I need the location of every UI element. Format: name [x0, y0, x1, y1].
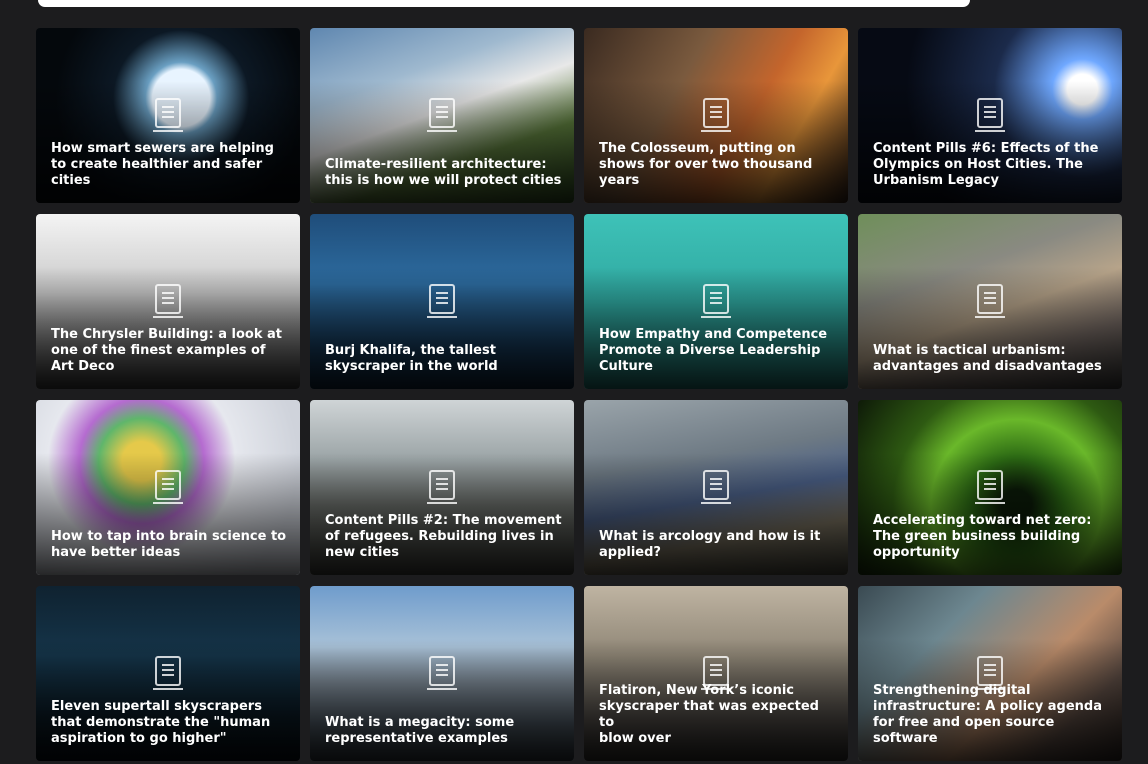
- document-icon: [153, 655, 183, 690]
- card-title: Eleven supertall skyscrapers that demonst…: [51, 699, 290, 747]
- article-card[interactable]: The Colosseum, putting on shows for over …: [584, 28, 848, 203]
- card-title: Content Pills #2: The movement of refugee…: [325, 513, 564, 561]
- card-title: How to tap into brain science to have bet…: [51, 529, 290, 561]
- card-title-line: have better ideas: [51, 545, 181, 560]
- card-title-line: Olympics on Host Cities. The: [873, 157, 1083, 172]
- card-title: Content Pills #6: Effects of the Olympics…: [873, 141, 1112, 189]
- card-title: What is tactical urbanism: advantages and…: [873, 343, 1112, 375]
- document-icon: [427, 97, 457, 132]
- document-icon: [701, 97, 731, 132]
- card-title-line: blow over: [599, 731, 671, 746]
- card-title-line: advantages and disadvantages: [873, 359, 1102, 374]
- card-title: Accelerating toward net zero: The green b…: [873, 513, 1112, 561]
- card-title-line: What is tactical urbanism:: [873, 343, 1066, 358]
- card-title-line: aspiration to go higher": [51, 731, 227, 746]
- document-icon: [153, 97, 183, 132]
- card-title-line: skyscraper that was expected to: [599, 699, 819, 730]
- card-title: The Chrysler Building: a look at one of t…: [51, 327, 290, 375]
- article-card[interactable]: Content Pills #6: Effects of the Olympics…: [858, 28, 1122, 203]
- card-title: What is a megacity: some representative e…: [325, 715, 564, 747]
- document-icon: [975, 97, 1005, 132]
- card-title-line: What is a megacity: some: [325, 715, 515, 730]
- document-icon: [701, 283, 731, 318]
- card-title: How Empathy and Competence Promote a Dive…: [599, 327, 838, 375]
- document-icon: [701, 469, 731, 504]
- card-title-line: cities: [51, 173, 91, 188]
- card-title-line: one of the finest examples of: [51, 343, 266, 358]
- top-search-bar: [38, 0, 970, 7]
- card-title-line: Climate-resilient architecture:: [325, 157, 547, 172]
- card-title-line: software: [873, 731, 938, 746]
- document-icon: [975, 469, 1005, 504]
- card-title-line: applied?: [599, 545, 661, 560]
- card-title-line: for free and open source: [873, 715, 1055, 730]
- article-card[interactable]: Content Pills #2: The movement of refugee…: [310, 400, 574, 575]
- article-card[interactable]: What is arcology and how is it applied?: [584, 400, 848, 575]
- card-title-line: Strengthening digital: [873, 683, 1031, 698]
- card-title-line: opportunity: [873, 545, 960, 560]
- card-title: Strengthening digital infrastructure: A p…: [873, 683, 1112, 747]
- card-title-line: to create healthier and safer: [51, 157, 263, 172]
- card-title-line: years: [599, 173, 640, 188]
- document-icon: [153, 469, 183, 504]
- article-card[interactable]: Strengthening digital infrastructure: A p…: [858, 586, 1122, 761]
- card-title-line: representative examples: [325, 731, 508, 746]
- card-title-line: The Chrysler Building: a look at: [51, 327, 282, 342]
- card-title-line: Burj Khalifa, the tallest: [325, 343, 496, 358]
- article-card[interactable]: What is a megacity: some representative e…: [310, 586, 574, 761]
- card-title-line: skyscraper in the world: [325, 359, 498, 374]
- card-title-line: How Empathy and Competence: [599, 327, 828, 342]
- card-title-line: Eleven supertall skyscrapers: [51, 699, 262, 714]
- article-card[interactable]: How smart sewers are helping to create he…: [36, 28, 300, 203]
- card-title-line: of refugees. Rebuilding lives in: [325, 529, 554, 544]
- card-title-line: Accelerating toward net zero:: [873, 513, 1092, 528]
- card-title-line: The Colosseum, putting on: [599, 141, 796, 156]
- card-title-line: Flatiron, New York’s iconic: [599, 683, 794, 698]
- article-card[interactable]: Eleven supertall skyscrapers that demonst…: [36, 586, 300, 761]
- article-card[interactable]: Burj Khalifa, the tallest skyscraper in t…: [310, 214, 574, 389]
- article-card[interactable]: Accelerating toward net zero: The green b…: [858, 400, 1122, 575]
- card-title-line: The green business building: [873, 529, 1081, 544]
- card-title-line: Promote a Diverse Leadership: [599, 343, 821, 358]
- card-title: Burj Khalifa, the tallest skyscraper in t…: [325, 343, 564, 375]
- article-card[interactable]: The Chrysler Building: a look at one of t…: [36, 214, 300, 389]
- card-title-line: Culture: [599, 359, 653, 374]
- card-title-line: How to tap into brain science to: [51, 529, 287, 544]
- document-icon: [427, 283, 457, 318]
- card-title-line: shows for over two thousand: [599, 157, 813, 172]
- card-title-line: Content Pills #6: Effects of the: [873, 141, 1099, 156]
- card-title-line: What is arcology and how is it: [599, 529, 821, 544]
- card-title-line: How smart sewers are helping: [51, 141, 274, 156]
- article-card[interactable]: What is tactical urbanism: advantages and…: [858, 214, 1122, 389]
- card-title: Climate-resilient architecture: this is h…: [325, 157, 564, 189]
- card-title-line: Urbanism Legacy: [873, 173, 999, 188]
- article-card[interactable]: Flatiron, New York’s iconic skyscraper th…: [584, 586, 848, 761]
- article-grid: How smart sewers are helping to create he…: [36, 28, 1122, 761]
- document-icon: [975, 283, 1005, 318]
- card-title: What is arcology and how is it applied?: [599, 529, 838, 561]
- card-title-line: new cities: [325, 545, 399, 560]
- document-icon: [427, 469, 457, 504]
- card-title-line: Art Deco: [51, 359, 115, 374]
- card-title-line: this is how we will protect cities: [325, 173, 562, 188]
- card-title: How smart sewers are helping to create he…: [51, 141, 290, 189]
- document-icon: [153, 283, 183, 318]
- card-title: Flatiron, New York’s iconic skyscraper th…: [599, 683, 838, 747]
- article-card[interactable]: How Empathy and Competence Promote a Dive…: [584, 214, 848, 389]
- article-card[interactable]: Climate-resilient architecture: this is h…: [310, 28, 574, 203]
- card-title-line: that demonstrate the "human: [51, 715, 271, 730]
- document-icon: [427, 655, 457, 690]
- card-title-line: Content Pills #2: The movement: [325, 513, 562, 528]
- card-title: The Colosseum, putting on shows for over …: [599, 141, 838, 189]
- article-card[interactable]: How to tap into brain science to have bet…: [36, 400, 300, 575]
- card-title-line: infrastructure: A policy agenda: [873, 699, 1102, 714]
